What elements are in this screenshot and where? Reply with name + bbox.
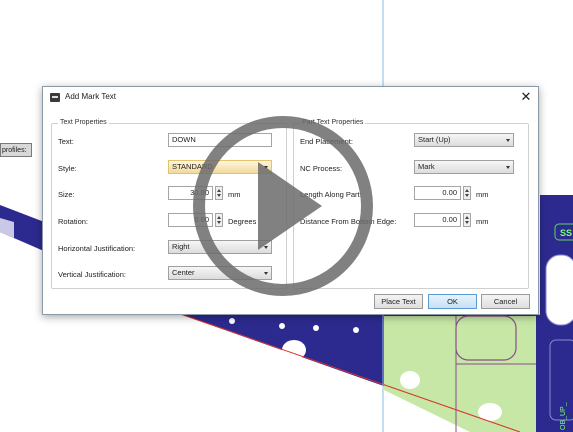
distance-bottom-edge-label: Distance From Bottom Edge:: [300, 217, 397, 226]
text-properties-title: Text Properties: [58, 118, 109, 128]
length-stepper[interactable]: [463, 186, 471, 200]
right-slot: [545, 254, 573, 326]
style-value: STANDARD: [172, 162, 213, 171]
distance-stepper[interactable]: [463, 213, 471, 227]
plate-hole: [282, 340, 306, 360]
length-along-part-label: Length Along Part:: [300, 190, 362, 199]
vjust-label: Vertical Justification:: [58, 270, 126, 279]
size-stepper[interactable]: [215, 186, 223, 200]
text-label: Text:: [58, 137, 74, 146]
end-placement-value: Start (Up): [418, 135, 451, 144]
spin-down-icon[interactable]: [217, 194, 221, 197]
callout-text: SS: [560, 228, 572, 238]
spin-down-icon[interactable]: [465, 194, 469, 197]
plate-hole-small: [313, 325, 319, 331]
hjust-value: Right: [172, 242, 190, 251]
place-text-button[interactable]: Place Text: [374, 294, 423, 309]
plate-hole-small: [353, 327, 359, 333]
ok-button[interactable]: OK: [428, 294, 477, 309]
rotation-stepper[interactable]: [215, 213, 223, 227]
nc-process-label: NC Process:: [300, 164, 343, 173]
plate-hole-small: [279, 323, 285, 329]
style-dropdown[interactable]: STANDARD: [168, 160, 272, 174]
dialog-titlebar[interactable]: Add Mark Text ✕: [43, 87, 538, 109]
length-unit: mm: [476, 190, 489, 199]
plate-hole: [400, 371, 420, 389]
spin-up-icon[interactable]: [217, 189, 221, 192]
spin-down-icon[interactable]: [465, 221, 469, 224]
spin-up-icon[interactable]: [465, 189, 469, 192]
add-mark-text-dialog: Add Mark Text ✕ Text Properties Text: DO…: [42, 86, 539, 315]
size-input[interactable]: 30.00: [168, 186, 213, 200]
hjust-dropdown[interactable]: Right: [168, 240, 272, 254]
plate-hole-small: [229, 318, 235, 324]
close-icon[interactable]: ✕: [518, 89, 534, 105]
spin-up-icon[interactable]: [217, 216, 221, 219]
size-unit: mm: [228, 190, 241, 199]
chevron-down-icon: [506, 166, 510, 169]
chevron-down-icon: [264, 246, 268, 249]
style-label: Style:: [58, 164, 77, 173]
length-along-part-input[interactable]: 0.00: [414, 186, 461, 200]
size-label: Size:: [58, 190, 75, 199]
chevron-down-icon: [264, 166, 268, 169]
end-placement-label: End Placement:: [300, 137, 353, 146]
nc-process-dropdown[interactable]: Mark: [414, 160, 514, 174]
rotation-label: Rotation:: [58, 217, 89, 226]
app-icon: [50, 93, 60, 102]
profiles-label: profiles:: [0, 143, 32, 157]
hjust-label: Horizontal Justification:: [58, 244, 136, 253]
text-properties-group: Text Properties: [51, 118, 287, 289]
spin-up-icon[interactable]: [465, 216, 469, 219]
rotation-unit: Degrees: [228, 217, 257, 226]
end-placement-dropdown[interactable]: Start (Up): [414, 133, 514, 147]
spin-down-icon[interactable]: [217, 221, 221, 224]
vjust-dropdown[interactable]: Center: [168, 266, 272, 280]
chevron-down-icon: [506, 139, 510, 142]
part-label: OB_UP_: [560, 402, 567, 430]
vjust-value: Center: [172, 268, 195, 277]
nc-process-value: Mark: [418, 162, 435, 171]
distance-bottom-edge-input[interactable]: 0.00: [414, 213, 461, 227]
part-text-properties-title: Part Text Properties: [300, 118, 366, 128]
cancel-button[interactable]: Cancel: [481, 294, 530, 309]
part-text-properties-group: Part Text Properties: [293, 118, 529, 289]
chevron-down-icon: [264, 272, 268, 275]
text-input[interactable]: DOWN: [168, 133, 272, 147]
rotation-input[interactable]: 0.00: [168, 213, 213, 227]
dialog-title: Add Mark Text: [65, 92, 116, 101]
distance-unit: mm: [476, 217, 489, 226]
